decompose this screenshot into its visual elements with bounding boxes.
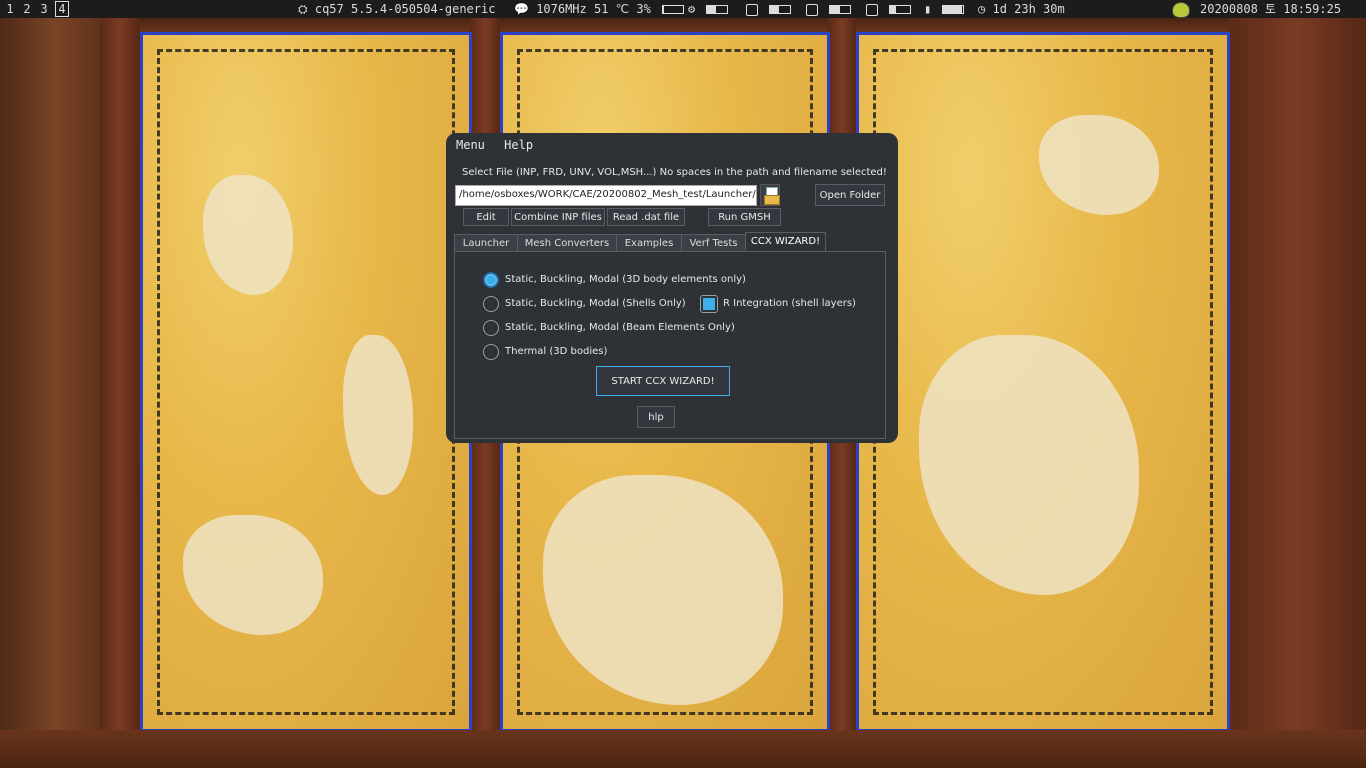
help-button[interactable]: hlp: [637, 406, 675, 428]
radio-button[interactable]: [483, 344, 499, 360]
wallpaper-post: [100, 18, 140, 768]
host-text: cq57 5.5.4-050504-generic: [314, 2, 496, 16]
memory-indicator: [746, 0, 792, 18]
cpu-info: 💬 1076MHz 51 ℃ 3%: [514, 0, 685, 18]
disk-icon: [866, 3, 878, 16]
workspace-4[interactable]: 4: [55, 1, 69, 17]
datetime[interactable]: 20200808 토 18:59:25: [1200, 0, 1341, 18]
wallpaper-panel: [140, 32, 472, 732]
radio-button[interactable]: [483, 272, 499, 288]
wallpaper-post: [1228, 18, 1366, 768]
workspace-2[interactable]: 2: [20, 1, 34, 17]
gear-indicator: ⚙: [688, 0, 729, 18]
menu-bar: Menu Help: [456, 138, 545, 152]
combine-inp-button[interactable]: Combine INP files: [511, 208, 605, 226]
read-dat-button[interactable]: Read .dat file: [607, 208, 685, 226]
wallpaper-panel: [856, 32, 1230, 732]
run-gmsh-button[interactable]: Run GMSH: [708, 208, 781, 226]
disk-indicator: [866, 0, 912, 18]
battery-indicator: ▮: [924, 0, 965, 18]
ubuntu-icon: ⛭: [298, 2, 308, 16]
tab-verf-tests[interactable]: Verf Tests: [681, 234, 746, 252]
tab-examples[interactable]: Examples: [616, 234, 682, 252]
network-indicator: [806, 0, 852, 18]
r-integration-checkbox[interactable]: [700, 295, 718, 313]
tab-ccx-wizard[interactable]: CCX WIZARD!: [745, 232, 826, 252]
clock-icon: ◷: [978, 2, 986, 16]
workspace-1[interactable]: 1: [3, 1, 17, 17]
uptime-text: 1d 23h 30m: [992, 2, 1065, 16]
workspace-3[interactable]: 3: [37, 1, 51, 17]
wallpaper-bottom-beam: [0, 730, 1366, 768]
gear-icon: ⚙: [688, 2, 696, 16]
tab-mesh-converters[interactable]: Mesh Converters: [517, 234, 617, 252]
radio-button[interactable]: [483, 296, 499, 312]
top-status-bar: 1 2 3 4 ⛭ cq57 5.5.4-050504-generic 💬 10…: [0, 0, 1366, 18]
ccx-launcher-window: Menu Help Select File (INP, FRD, UNV, VO…: [446, 133, 898, 443]
uptime-info: ◷ 1d 23h 30m: [978, 0, 1065, 18]
open-folder-button[interactable]: Open Folder: [815, 184, 885, 206]
cpu-bar: [662, 5, 685, 14]
file-path-input[interactable]: /home/osboxes/WORK/CAE/20200802_Mesh_tes…: [455, 185, 757, 206]
start-ccx-wizard-button[interactable]: START CCX WIZARD!: [596, 366, 730, 396]
avatar-icon[interactable]: [1172, 2, 1190, 18]
memory-icon: [746, 3, 758, 16]
chat-bubble-icon: 💬: [514, 2, 529, 16]
host-info: ⛭ cq57 5.5.4-050504-generic: [298, 0, 495, 18]
menu-help[interactable]: Help: [504, 138, 533, 152]
edit-button[interactable]: Edit: [463, 208, 509, 226]
wallpaper-top-beam: [100, 18, 1260, 32]
browse-file-button[interactable]: [760, 184, 780, 206]
tab-launcher[interactable]: Launcher: [454, 234, 518, 252]
battery-icon: ▮: [924, 2, 932, 16]
radio-button[interactable]: [483, 320, 499, 336]
ccx-wizard-pane: Static, Buckling, Modal (3D body element…: [454, 251, 886, 439]
file-select-hint: Select File (INP, FRD, UNV, VOL,MSH...) …: [462, 167, 887, 178]
folder-icon: [764, 195, 780, 205]
cpu-text: 1076MHz 51 ℃ 3%: [536, 2, 651, 16]
network-icon: [806, 3, 818, 16]
menu-menu[interactable]: Menu: [456, 138, 485, 152]
